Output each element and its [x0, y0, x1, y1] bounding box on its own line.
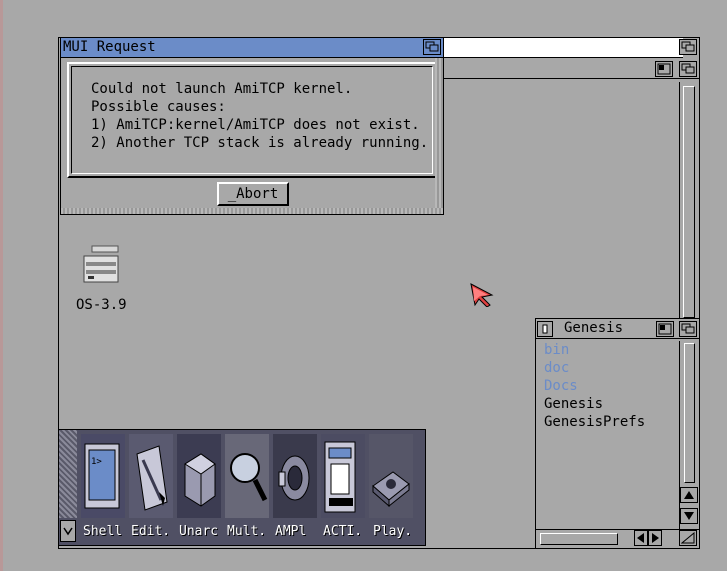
arrow-up-icon [684, 491, 694, 499]
genesis-titlebar[interactable]: Genesis [536, 319, 699, 339]
resize-icon [681, 532, 695, 544]
close-icon [542, 324, 548, 334]
depth-icon [681, 41, 695, 52]
depth-icon [681, 63, 695, 74]
harddisk-icon [83, 245, 119, 283]
genesis-file-list: bin doc Docs Genesis GenesisPrefs [542, 341, 678, 531]
mui-request-bottom-border [61, 208, 443, 214]
genesis-scroll-left[interactable] [634, 530, 648, 546]
dock-item-acti[interactable] [321, 434, 365, 518]
unarc-icon [184, 453, 216, 507]
genesis-scroll-down[interactable] [680, 508, 698, 524]
mui-request-window: MUI Request Could not launch AmiTCP kern… [60, 37, 444, 215]
mui-request-titlebar[interactable]: MUI Request [61, 38, 443, 58]
mui-request-title: MUI Request [63, 39, 156, 55]
mui-request-depth-gadget[interactable] [423, 39, 441, 55]
abort-button[interactable]: _Abort [217, 182, 289, 206]
genesis-item-doc[interactable]: doc [544, 359, 569, 377]
dock-label-mult: Mult. [227, 524, 267, 539]
mui-request-right-border [435, 58, 443, 214]
dock-scroll-gadget[interactable] [60, 520, 76, 542]
dock-item-play[interactable] [369, 434, 413, 518]
dock-label-acti: ACTI. [323, 524, 363, 539]
mouse-pointer-icon [470, 283, 494, 307]
magnifier-icon [230, 453, 268, 502]
genesis-resize-gadget[interactable] [679, 530, 697, 546]
terminal-icon [324, 441, 356, 513]
genesis-hscroll [536, 529, 699, 548]
dock-item-shell[interactable]: 1> [81, 434, 125, 518]
shell-icon: 1> [84, 443, 120, 509]
main-window-vscroll-knob[interactable] [683, 86, 695, 318]
dock-handle[interactable] [59, 430, 77, 518]
message-line-3: 1) AmiTCP:kernel/AmiTCP does not exist. [91, 117, 420, 133]
genesis-hscroll-knob[interactable] [540, 533, 618, 545]
message-line-2: Possible causes: [91, 99, 226, 115]
dock-label-play: Play. [373, 524, 413, 539]
genesis-depth-gadget[interactable] [679, 321, 697, 337]
main-window-zoom-gadget[interactable] [655, 61, 673, 77]
genesis-item-docs[interactable]: Docs [544, 377, 578, 395]
genesis-item-genesis[interactable]: Genesis [544, 395, 603, 413]
dock-label-shell: Shell [83, 524, 123, 539]
arrow-left-icon [637, 533, 644, 543]
dock-label-ampl: AMPl [275, 524, 307, 539]
arrow-right-icon [652, 533, 659, 543]
edit-icon [136, 445, 168, 511]
message-line-4: 2) Another TCP stack is already running. [91, 135, 429, 151]
genesis-item-bin[interactable]: bin [544, 341, 569, 359]
genesis-vscroll-knob[interactable] [684, 343, 695, 483]
dock-item-mult[interactable] [225, 434, 269, 518]
genesis-close-gadget[interactable] [537, 321, 553, 337]
mui-request-body: Could not launch AmiTCP kernel. Possible… [63, 60, 441, 212]
speaker-icon [278, 455, 310, 501]
main-window-depth-gadget[interactable] [679, 39, 697, 55]
dock-bar: 1> Shell Edit. Unarc Mult. AMPl ACTI. Pl… [58, 429, 426, 546]
abort-button-label: _Abort [227, 186, 279, 202]
dock-item-unarc[interactable] [177, 434, 221, 518]
chevron-down-icon [63, 527, 73, 536]
player-icon [372, 471, 410, 508]
message-line-1: Could not launch AmiTCP kernel. [91, 81, 353, 97]
genesis-zoom-gadget[interactable] [656, 321, 674, 337]
genesis-scroll-right[interactable] [648, 530, 662, 546]
arrow-down-icon [684, 512, 694, 520]
genesis-window: Genesis bin doc Docs Genesis GenesisPref… [535, 318, 700, 549]
drive-label: OS-3.9 [76, 297, 127, 313]
main-window-depth-gadget-2[interactable] [679, 61, 697, 77]
drive-icon-os39[interactable]: OS-3.9 [76, 238, 136, 318]
zoom-icon [657, 63, 671, 75]
zoom-icon [658, 323, 672, 335]
dock-label-edit: Edit. [131, 524, 171, 539]
genesis-title: Genesis [564, 320, 624, 336]
dock-item-edit[interactable] [129, 434, 173, 518]
depth-icon [425, 41, 439, 52]
dock-item-ampl[interactable] [273, 434, 317, 518]
genesis-item-genesisprefs[interactable]: GenesisPrefs [544, 413, 645, 431]
dock-label-unarc: Unarc [179, 524, 219, 539]
screen-left-edge [0, 0, 3, 571]
main-window-titlebar[interactable] [443, 38, 683, 58]
svg-text:1>: 1> [91, 457, 102, 467]
depth-icon [681, 323, 695, 334]
message-frame: Could not launch AmiTCP kernel. Possible… [67, 62, 437, 178]
genesis-scroll-up[interactable] [680, 487, 698, 503]
